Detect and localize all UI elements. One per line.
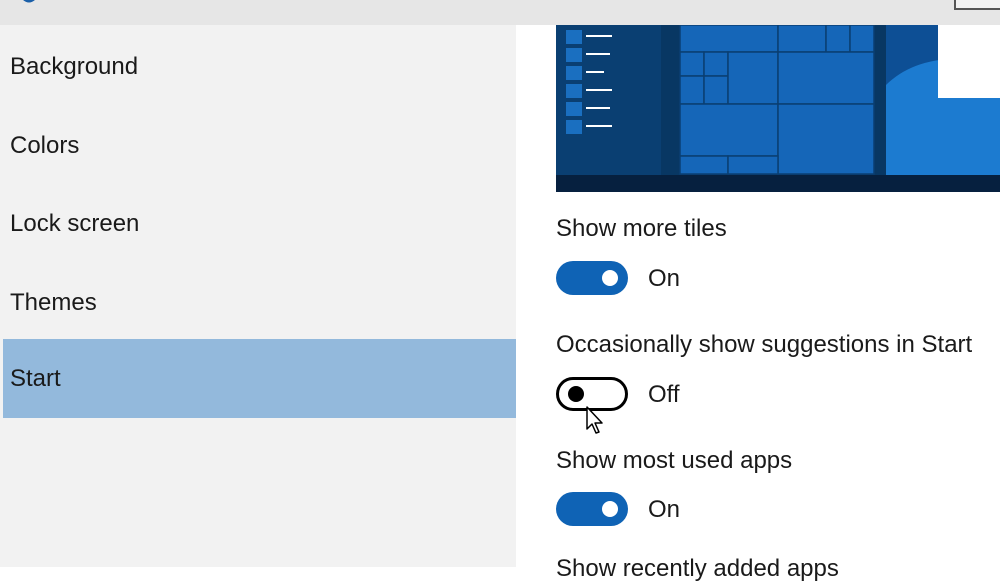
most-used-apps-label: Show most used apps [556,447,793,474]
toggle-state-label: On [648,496,681,523]
mouse-pointer-icon [586,406,603,434]
sidebar-item-label: Background [10,53,139,80]
title-bar [0,0,1000,25]
sidebar-item-themes[interactable]: Themes [3,263,516,342]
sidebar-item-label: Lock screen [10,210,140,237]
most-used-apps-toggle[interactable] [556,492,628,526]
personalization-icon [23,0,35,3]
sidebar-item-lock-screen[interactable]: Lock screen [3,184,516,263]
toggle-state-label: On [648,265,681,292]
window-control-button[interactable] [954,0,1000,10]
toggle-knob [602,501,618,517]
sidebar-item-label: Themes [10,289,97,316]
sidebar: Background Colors Lock screen Themes Sta… [0,25,516,567]
suggestions-label: Occasionally show suggestions in Start [556,331,973,358]
toggle-knob [568,386,584,402]
toggle-knob [602,270,618,286]
sidebar-item-label: Start [10,365,61,392]
recently-added-apps-label: Show recently added apps [556,555,839,582]
toggle-state-label: Off [648,381,680,408]
sidebar-item-colors[interactable]: Colors [3,106,516,185]
show-more-tiles-toggle[interactable] [556,261,628,295]
start-menu-preview [556,25,1000,192]
show-more-tiles-label: Show more tiles [556,215,727,242]
sidebar-item-background[interactable]: Background [3,27,516,106]
settings-content: Show more tiles On Occasionally show sug… [516,25,1000,582]
sidebar-item-start[interactable]: Start [3,339,516,418]
sidebar-item-label: Colors [10,132,80,159]
